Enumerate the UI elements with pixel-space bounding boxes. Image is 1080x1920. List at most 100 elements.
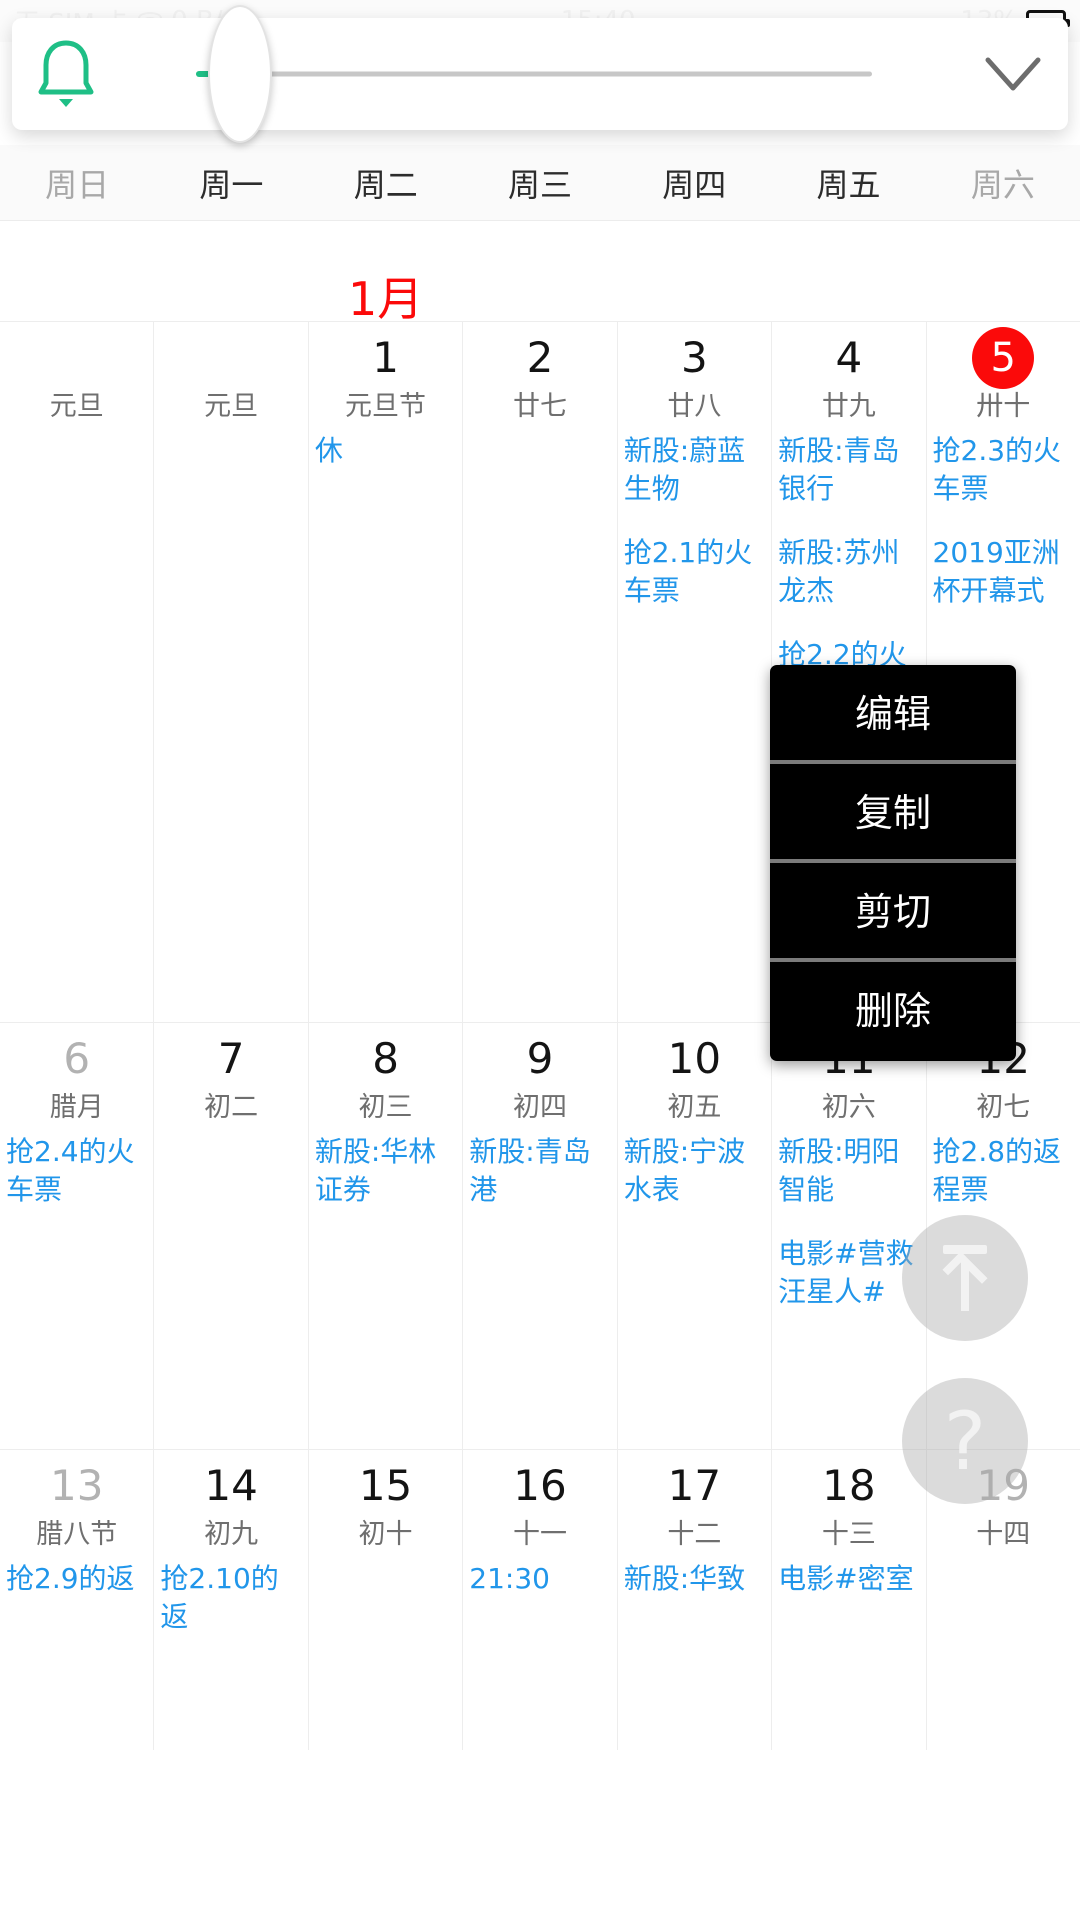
event-item[interactable]: 电影#密室 <box>778 1560 919 1598</box>
slider-thumb[interactable] <box>207 5 272 143</box>
calendar-day-cell[interactable]: 14 初九抢2.10的返 <box>154 1450 309 1750</box>
month-label: 1月 <box>348 272 424 326</box>
chevron-down-icon[interactable] <box>958 54 1068 94</box>
scroll-to-top-button[interactable] <box>902 1215 1028 1341</box>
event-item[interactable]: 新股:蔚蓝生物 <box>624 432 765 508</box>
calendar-day-cell[interactable]: 2 廿七 <box>463 322 618 1022</box>
day-number: 4 <box>835 333 863 382</box>
day-number <box>160 332 301 388</box>
today-marker: 5 <box>972 326 1035 389</box>
calendar-day-cell[interactable]: 18 十三电影#密室 <box>772 1450 927 1750</box>
calendar-day-cell[interactable]: 17 十二新股:华致 <box>617 1450 773 1750</box>
calendar-day-cell[interactable]: 6 腊月抢2.4的火车票 <box>0 1023 155 1449</box>
day-number: 5 <box>933 326 1074 389</box>
calendar-day-cell[interactable]: 16 十一 21:30 <box>463 1450 618 1750</box>
day-number: 3 <box>681 333 708 382</box>
day-number: 17 <box>667 1461 722 1510</box>
context-menu-item-2[interactable]: 复制 <box>770 764 1016 863</box>
lunar-label: 廿七 <box>512 391 567 422</box>
lunar-label: 卅十 <box>976 391 1031 422</box>
arrow-up-to-line-icon <box>938 1245 992 1311</box>
lunar-label: 十四 <box>976 1519 1031 1550</box>
event-item[interactable]: 新股:青岛银行 <box>778 432 919 508</box>
calendar-week-row: 13 腊八节抢2.9的返 14 初九抢2.10的返 15 初十 16 十一 21:30 17 十二新… <box>0 1449 1080 1750</box>
event-item[interactable]: 抢2.9的返 <box>6 1560 147 1598</box>
lunar-label: 初十 <box>358 1519 413 1550</box>
day-number: 18 <box>822 1461 876 1510</box>
lunar-label: 元旦 <box>204 391 259 422</box>
event-item[interactable]: 抢2.3的火车票 <box>933 432 1074 508</box>
lunar-label: 初三 <box>358 1092 413 1123</box>
calendar-day-cell[interactable]: 元旦 <box>154 322 309 1022</box>
month-band: 1月 <box>0 221 1080 326</box>
calendar-day-cell[interactable]: 11初六新股:明阳智能电影#营救汪星人# <box>772 1023 927 1449</box>
weekday-mon: 周一 <box>199 165 264 204</box>
day-number: 6 <box>63 1034 91 1083</box>
weekday-thu: 周四 <box>662 165 727 204</box>
lunar-label: 腊月 <box>49 1092 104 1123</box>
question-mark-icon: ? <box>943 1394 987 1488</box>
event-item[interactable]: 新股:宁波水表 <box>624 1133 765 1209</box>
event-item[interactable]: 新股:苏州龙杰 <box>778 534 919 610</box>
day-number: 13 <box>49 1461 104 1510</box>
calendar-day-cell[interactable]: 3 廿八新股:蔚蓝生物 抢2.1的火车票 <box>617 322 773 1022</box>
calendar-day-cell[interactable]: 13 腊八节抢2.9的返 <box>0 1450 155 1750</box>
day-number: 15 <box>358 1461 413 1510</box>
lunar-label: 廿八 <box>667 391 722 422</box>
lunar-label: 十三 <box>821 1519 876 1550</box>
event-item[interactable]: 新股:华致 <box>624 1560 765 1598</box>
event-item[interactable]: 新股:明阳智能 <box>778 1133 919 1209</box>
calendar-day-cell[interactable]: 10 初五新股:宁波水表 <box>617 1023 773 1449</box>
weekday-fri: 周五 <box>816 165 881 204</box>
calendar-day-cell[interactable]: 15 初十 <box>308 1450 464 1750</box>
context-menu-item-3[interactable]: 剪切 <box>770 863 1016 962</box>
event-item[interactable]: 抢2.1的火车票 <box>624 534 765 610</box>
lunar-label: 初二 <box>204 1092 259 1123</box>
weekday-header: 周日 周一 周二 周三 周四 周五 周六 <box>0 145 1080 221</box>
event-item[interactable]: 21:30 <box>469 1560 610 1598</box>
event-item[interactable]: 新股:华林证券 <box>315 1133 456 1209</box>
weekday-wed: 周三 <box>507 165 572 204</box>
context-menu-item-1[interactable]: 编辑 <box>770 665 1016 764</box>
event-item[interactable]: 2019亚洲杯开幕式 <box>933 534 1074 610</box>
slider-track[interactable] <box>196 71 872 77</box>
lunar-label: 初九 <box>204 1519 259 1550</box>
calendar-day-cell[interactable]: 7 初二 <box>154 1023 309 1449</box>
lunar-label: 十二 <box>667 1519 722 1550</box>
day-number: 7 <box>217 1034 245 1083</box>
event-item[interactable]: 抢2.8的返程票 <box>933 1133 1074 1209</box>
event-item[interactable]: 新股:青岛港 <box>469 1133 610 1209</box>
event-item[interactable]: 抢2.4的火车票 <box>6 1133 147 1209</box>
context-menu-item-4[interactable]: 删除 <box>770 962 1016 1061</box>
day-number: 8 <box>372 1034 399 1083</box>
event-item[interactable]: 休 <box>315 432 456 470</box>
context-menu[interactable]: 编辑 复制 剪切 删除 <box>770 665 1016 1061</box>
lunar-label: 廿九 <box>821 391 876 422</box>
bell-icon[interactable] <box>12 37 120 111</box>
lunar-label: 初四 <box>512 1092 567 1123</box>
weekday-sat: 周六 <box>970 165 1035 204</box>
event-item[interactable]: 抢2.10的返 <box>160 1560 301 1636</box>
day-number: 1 <box>372 333 399 382</box>
day-number: 9 <box>526 1034 554 1083</box>
notification-volume-card <box>12 5 1068 143</box>
day-number: 2 <box>526 333 554 382</box>
day-number: 16 <box>513 1461 567 1510</box>
lunar-label: 初六 <box>821 1092 876 1123</box>
lunar-label: 初五 <box>667 1092 722 1123</box>
lunar-label: 十一 <box>512 1519 567 1550</box>
day-number: 10 <box>667 1034 722 1083</box>
weekday-tue: 周二 <box>353 165 418 204</box>
calendar-day-cell[interactable]: 元旦 <box>0 322 155 1022</box>
calendar-day-cell[interactable]: 9 初四新股:青岛港 <box>463 1023 618 1449</box>
lunar-label: 腊八节 <box>36 1519 118 1550</box>
lunar-label: 元旦 <box>49 391 104 422</box>
calendar-day-cell[interactable]: 8 初三新股:华林证券 <box>308 1023 464 1449</box>
lunar-label: 初七 <box>976 1092 1031 1123</box>
lunar-label: 元旦节 <box>345 391 427 422</box>
calendar-day-cell[interactable]: 1 元旦节休 <box>308 322 464 1022</box>
event-item[interactable]: 电影#营救汪星人# <box>778 1235 919 1311</box>
volume-slider[interactable] <box>196 5 872 143</box>
help-button[interactable]: ? <box>902 1378 1028 1504</box>
day-number: 14 <box>204 1461 258 1510</box>
